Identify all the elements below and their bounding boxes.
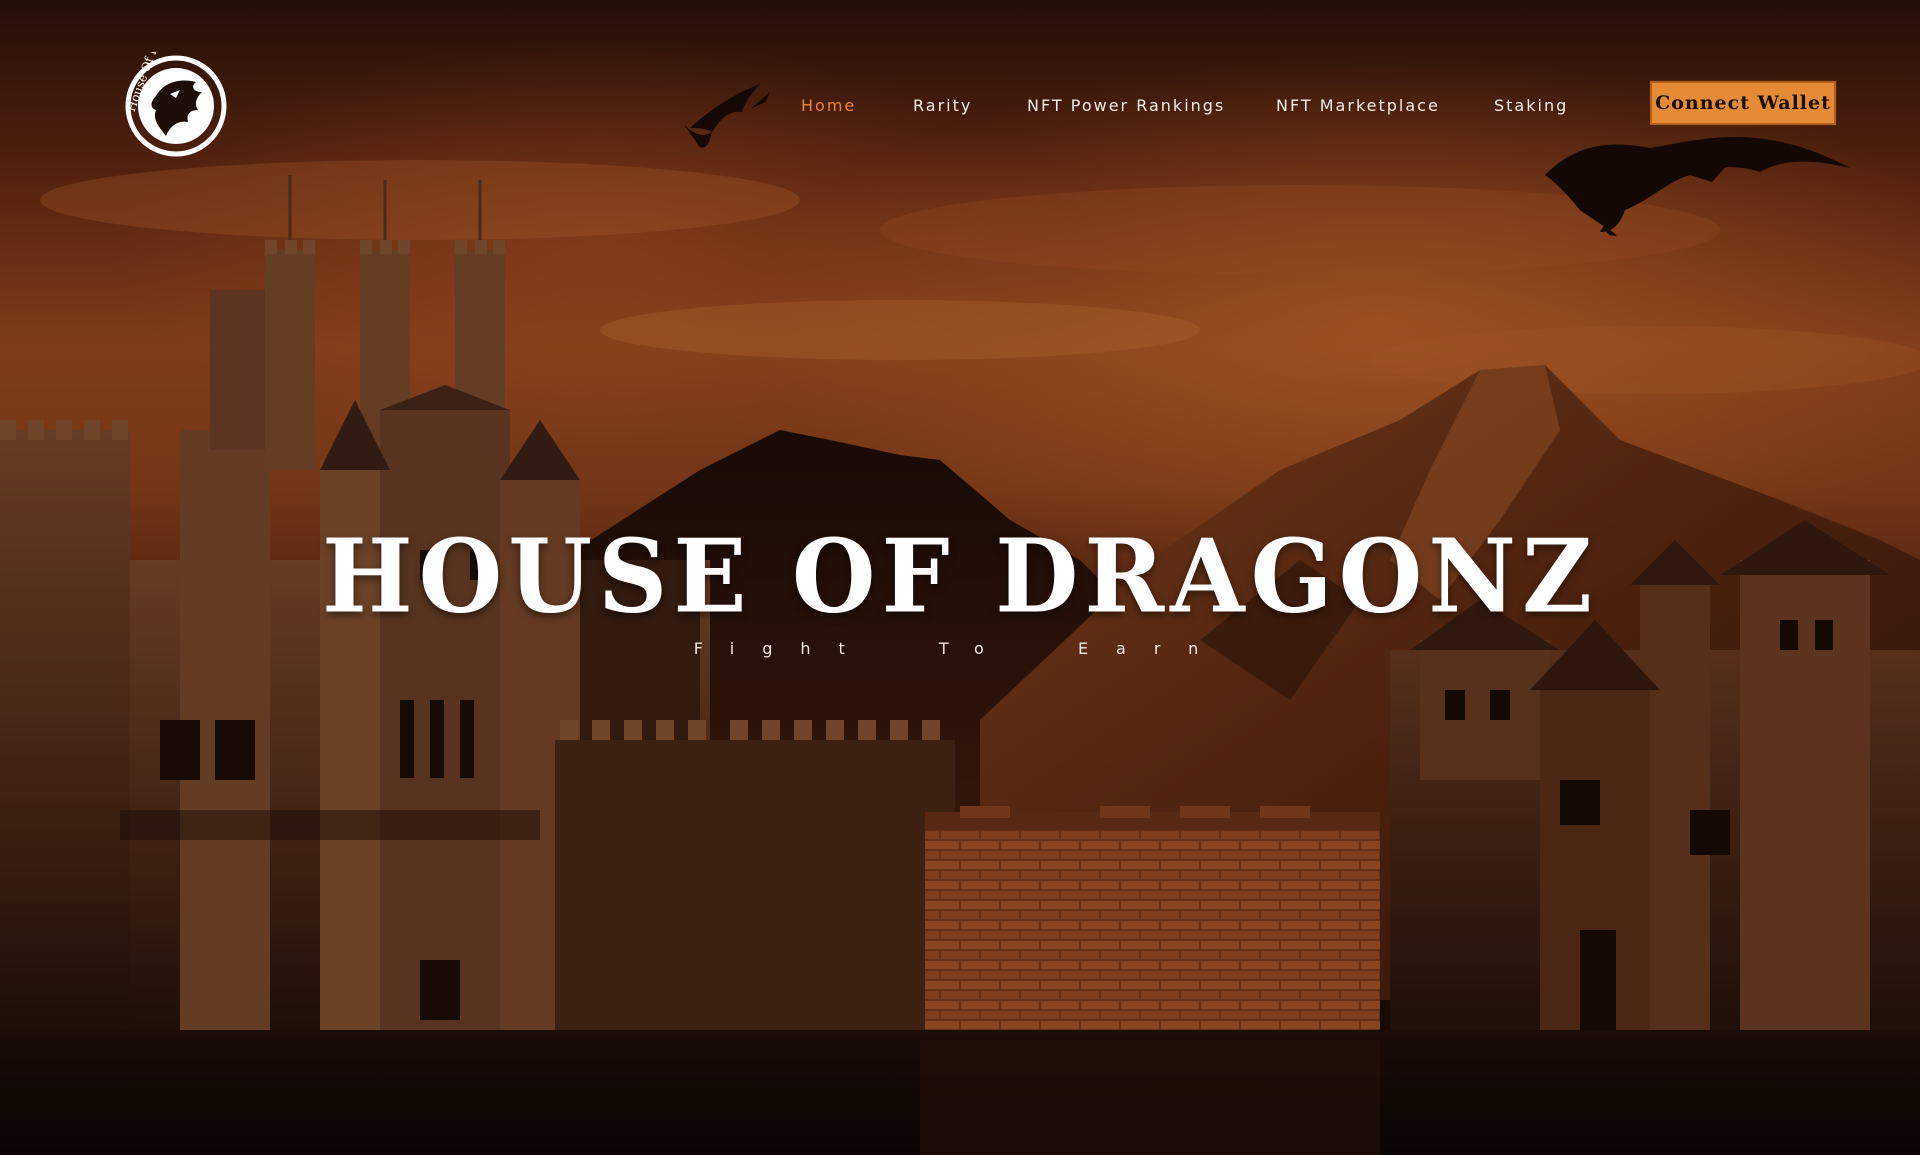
dragon-head-icon[interactable]: House Of Dragonz	[116, 52, 230, 160]
nav-item-staking[interactable]: Staking	[1494, 96, 1568, 115]
hero-subtitle: Fight To Earn	[693, 639, 1227, 658]
hero-title: HOUSE OF DRAGONZ	[321, 517, 1599, 636]
nav-item-rarity[interactable]: Rarity	[913, 96, 972, 115]
nav-item-nft-power-rankings[interactable]: NFT Power Rankings	[1027, 96, 1225, 115]
nav-item-nft-marketplace[interactable]: NFT Marketplace	[1276, 96, 1440, 115]
nav-item-home[interactable]: Home	[801, 96, 856, 115]
hero-background: House Of Dragonz Home Rarity NFT Power R…	[0, 0, 1920, 1155]
connect-wallet-button[interactable]: Connect Wallet	[1650, 81, 1836, 125]
